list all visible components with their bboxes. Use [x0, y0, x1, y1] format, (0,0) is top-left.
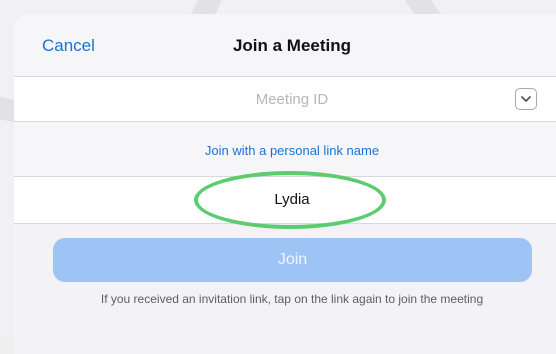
personal-link-section: Join with a personal link name	[14, 122, 556, 177]
join-button[interactable]: Join	[53, 238, 532, 282]
meeting-id-row: Meeting ID	[14, 76, 556, 122]
page-title: Join a Meeting	[232, 36, 352, 55]
meeting-id-input[interactable]: Meeting ID	[14, 91, 556, 108]
navigation-bar: Cancel Join a Meeting	[14, 14, 556, 78]
join-meeting-dialog: Cancel Join a Meeting Meeting ID Join wi…	[14, 14, 556, 354]
display-name-row: Lydia	[14, 176, 556, 224]
personal-link-name-link[interactable]: Join with a personal link name	[14, 143, 556, 158]
invitation-hint-text: If you received an invitation link, tap …	[100, 292, 484, 306]
meeting-id-dropdown-button[interactable]	[515, 88, 537, 110]
chevron-down-icon	[521, 96, 531, 102]
display-name-input[interactable]: Lydia	[14, 191, 556, 208]
